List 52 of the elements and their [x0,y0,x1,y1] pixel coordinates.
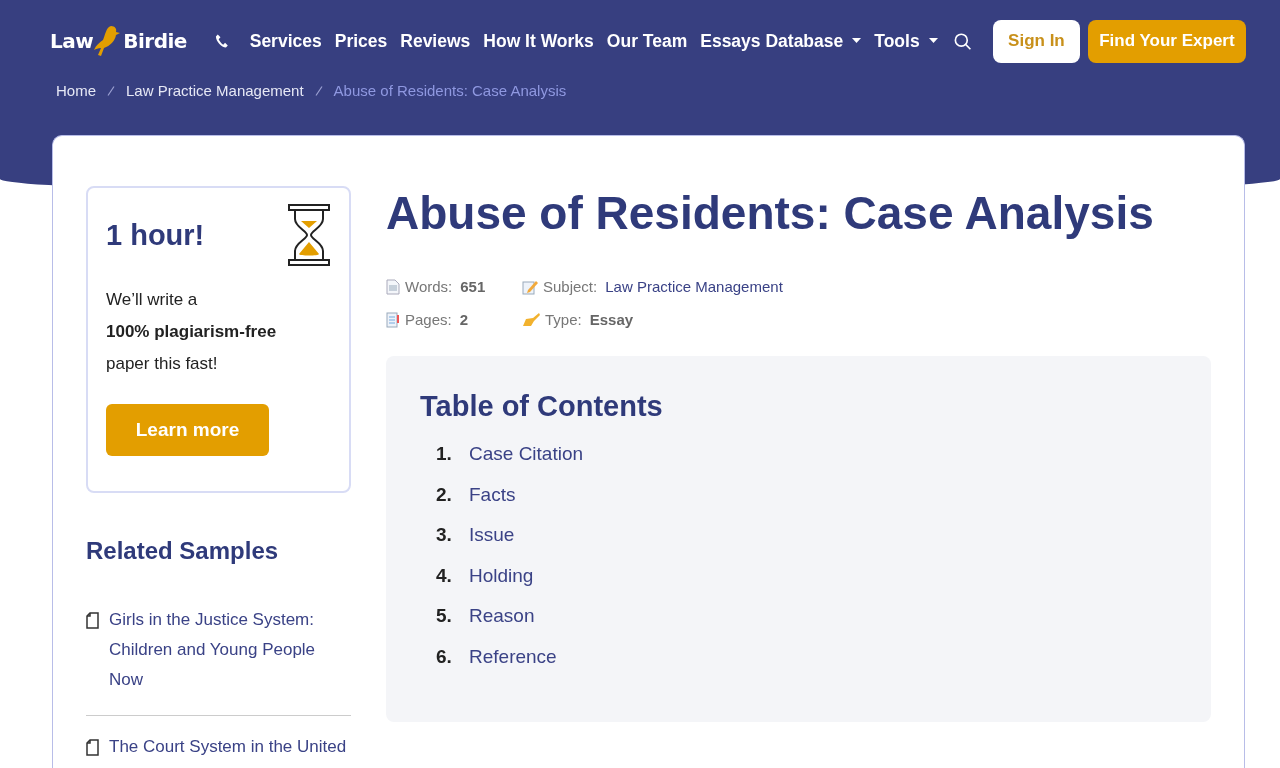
nav-link[interactable]: Essays Database [700,30,862,52]
meta-value: 2 [459,311,469,328]
toc-link[interactable]: Reference [469,645,557,686]
memo-pencil-icon [522,278,538,295]
meta-label: Subject: [543,278,598,295]
pages-icon [386,311,400,328]
related-sample-link[interactable]: Girls in the Justice System: Children and Young People Now [109,605,351,695]
caret-icon [928,38,938,44]
meta-label: Words: [405,278,453,295]
promo-title: 1 hour! [106,218,205,252]
document-icon [386,278,400,295]
toc-link[interactable]: Reason [469,605,535,646]
nav-link[interactable]: Our Team [606,30,688,52]
meta-label: Type: [545,311,582,328]
document-icon [86,612,99,629]
nav-link[interactable]: How It Works [483,30,594,52]
article-title: Abuse of Residents: Case Analysis [386,186,1155,240]
meta-value: Essay [589,311,634,328]
logo-text[interactable]: Birdie [123,29,187,53]
related-sample-link[interactable]: The Court System in the United [109,732,347,762]
toc-link[interactable]: Case Citation [469,443,584,484]
toc-link[interactable]: Holding [469,564,534,605]
nav-link[interactable]: Tools [874,30,938,52]
subject-link[interactable]: Law Practice Management [605,278,783,295]
nav-link[interactable]: Prices [334,30,388,52]
promo-text: We’ll write a 100% plagiarism-free paper this fast! [106,289,278,375]
breadcrumb-link[interactable]: Abuse of Residents: Case Analysis [333,82,567,99]
list-number: 2. [436,483,453,507]
list-number: 5. [436,605,453,628]
writing-hand-icon [522,312,540,327]
meta-value: 651 [460,278,486,295]
meta-label: Pages: [405,311,452,328]
phone-icon[interactable] [214,33,228,49]
nav-link[interactable]: Services [249,30,322,52]
caret-icon [852,38,862,44]
breadcrumb-separator-icon [314,85,323,96]
toc-title: Table of Contents [420,390,664,423]
hourglass-icon [287,204,331,266]
breadcrumb-link[interactable]: Law Practice Management [126,82,304,99]
list-number: 1. [436,443,453,466]
list-number: 4. [436,564,453,588]
nav-link[interactable]: Reviews [400,30,471,52]
search-icon[interactable] [953,31,971,51]
logo-text[interactable]: Law [50,29,94,53]
breadcrumb-separator-icon [107,85,115,96]
document-icon [86,739,99,756]
list-number: 6. [436,645,453,669]
toc-link[interactable]: Facts [469,483,516,524]
toc-link[interactable]: Issue [469,524,515,565]
breadcrumb-link[interactable]: Home [56,82,96,99]
list-number: 3. [436,524,453,547]
section-title: Related Samples [86,537,280,565]
